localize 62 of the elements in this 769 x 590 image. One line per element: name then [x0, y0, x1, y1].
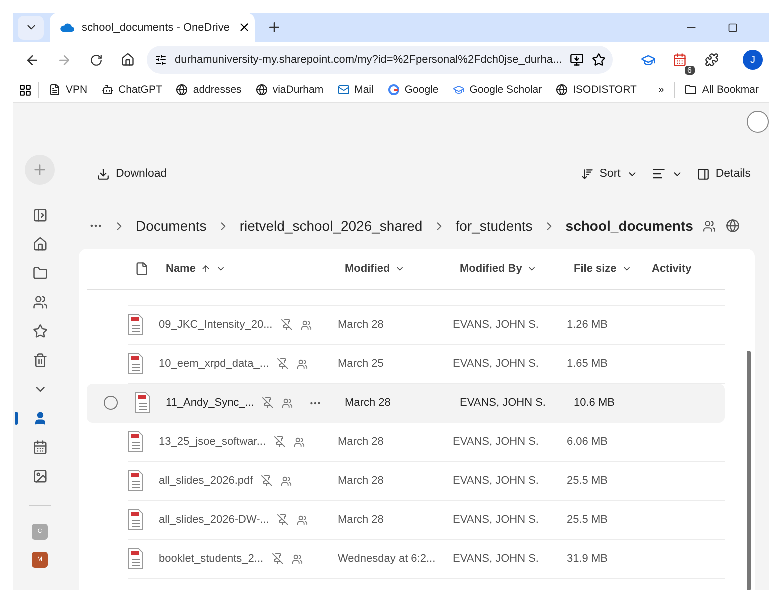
tab-title: school_documents - OneDrive — [82, 22, 230, 34]
modified-by: EVANS, JOHN S. — [453, 319, 540, 331]
file-row[interactable]: all_slides_2026-DW-... March 28 EVANS, JOHN S. 25.5 MB — [128, 501, 725, 540]
modified-by: EVANS, JOHN S. — [453, 514, 540, 526]
breadcrumb-link[interactable]: Documents — [136, 218, 207, 234]
modified-by: EVANS, JOHN S. — [460, 397, 547, 409]
file-name[interactable]: all_slides_2026-DW-... — [159, 514, 270, 526]
extension-button[interactable]: 6 — [667, 48, 693, 72]
bookmark[interactable]: Google — [384, 84, 443, 96]
extension-badge: 6 — [684, 66, 695, 75]
file-name[interactable]: 13_25_jsoe_softwar... — [159, 436, 266, 448]
file-size: 1.26 MB — [567, 319, 609, 331]
modified-date: March 25 — [338, 358, 385, 370]
modified-by: EVANS, JOHN S. — [453, 475, 540, 487]
file-size: 25.5 MB — [567, 514, 609, 526]
file-row[interactable]: 09_JKC_Intensity_20... March 28 EVANS, JOHN S. 1.26 MB — [128, 306, 725, 345]
sort-button[interactable]: Sort — [576, 166, 642, 182]
file-name[interactable]: 11_Andy_Sync_... — [166, 397, 254, 409]
details-button[interactable]: Details — [692, 166, 755, 182]
all-bookmarks-folder[interactable]: All Bookmar — [681, 84, 763, 96]
bookmark[interactable]: ISODISTORT — [552, 84, 641, 96]
modified-date: March 28 — [338, 436, 385, 448]
file-size: 1.65 MB — [567, 358, 609, 370]
bookmark[interactable]: VPN — [45, 84, 92, 96]
file-size: 10.6 MB — [574, 397, 616, 409]
file-size: 6.06 MB — [567, 436, 609, 448]
more-bookmarks-button[interactable]: » — [654, 84, 668, 96]
file-row[interactable]: booklet_students_2... Wednesday at 6:2... EVANS, JOHN S. 31.9 MB — [128, 540, 725, 579]
file-name[interactable]: booklet_students_2... — [159, 553, 264, 565]
modified-date: Wednesday at 6:2... — [338, 553, 437, 565]
modified-by: EVANS, JOHN S. — [453, 358, 540, 370]
address-bar[interactable]: durhamuniversity-my.sharepoint.com/my?id=%2Fpersonal%2Fdch0jse_durha... — [147, 46, 613, 74]
breadcrumb-link[interactable]: rietveld_school_2026_shared — [240, 218, 423, 234]
file-size: 25.5 MB — [567, 475, 609, 487]
file-name[interactable]: all_slides_2026.pdf — [159, 475, 254, 487]
modified-date: March 28 — [345, 397, 392, 409]
column-header[interactable]: Name — [166, 263, 345, 275]
current-folder: school_documents — [566, 218, 694, 234]
profile-avatar[interactable]: J — [743, 50, 763, 70]
modified-by: EVANS, JOHN S. — [453, 553, 540, 565]
column-header[interactable]: File size — [574, 263, 652, 275]
bookmark[interactable]: viaDurham — [252, 84, 328, 96]
file-name[interactable]: 10_eem_xrpd_data_... — [159, 358, 270, 370]
file-name[interactable]: 09_JKC_Intensity_20... — [159, 319, 273, 331]
bookmark[interactable]: addresses — [172, 84, 246, 96]
column-header[interactable]: Modified By — [460, 263, 574, 275]
file-size: 31.9 MB — [567, 553, 609, 565]
modified-by: EVANS, JOHN S. — [453, 436, 540, 448]
file-row[interactable]: all_slides_2026.pdf March 28 EVANS, JOHN S. 25.5 MB — [128, 462, 725, 501]
bookmark[interactable]: ChatGPT — [98, 84, 166, 96]
column-header[interactable]: Activity — [652, 263, 725, 275]
hovered-file-row[interactable]: 11_Andy_Sync_... March 28 EVANS, JOHN S. 10.6 MB — [87, 384, 725, 423]
download-button[interactable]: Download — [93, 166, 172, 182]
browser-tab[interactable]: school_documents - OneDrive — [50, 13, 255, 42]
bookmark[interactable]: Google Scholar — [448, 84, 546, 96]
file-row[interactable]: 13_25_jsoe_softwar... March 28 EVANS, JOHN S. 6.06 MB — [128, 423, 725, 462]
column-header[interactable]: Modified — [345, 263, 460, 275]
modified-date: March 28 — [338, 514, 385, 526]
modified-date: March 28 — [338, 475, 385, 487]
breadcrumb-link[interactable]: for_students — [456, 218, 533, 234]
bookmark[interactable]: Mail — [334, 84, 378, 96]
modified-date: March 28 — [338, 319, 385, 331]
